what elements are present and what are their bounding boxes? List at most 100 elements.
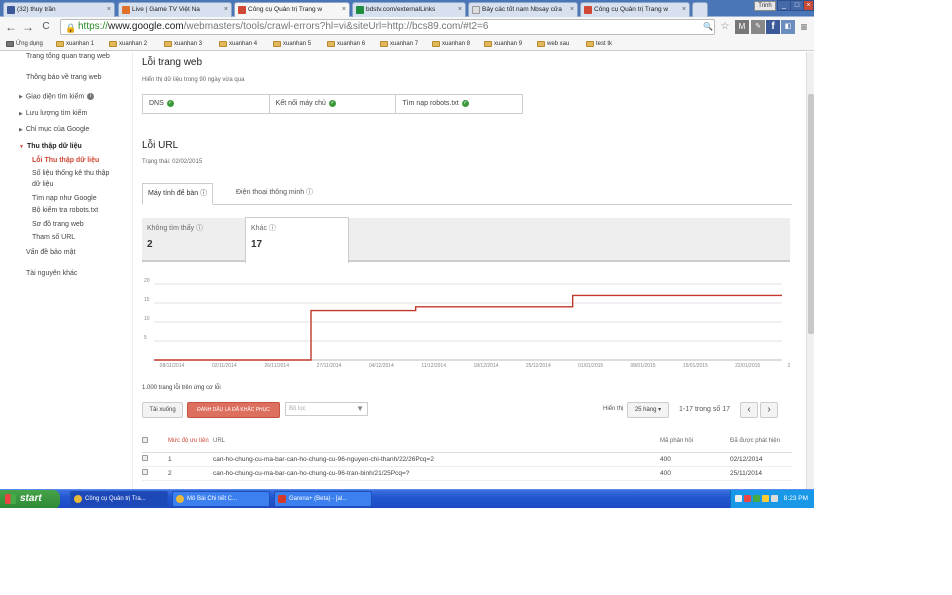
close-icon[interactable]: × bbox=[458, 3, 462, 16]
bookmark-folder[interactable]: test tk bbox=[586, 39, 612, 49]
bookmark-folder[interactable]: xuanhan 8 bbox=[432, 39, 470, 49]
bookmark-folder[interactable]: xuanhan 3 bbox=[164, 39, 202, 49]
tab-label: (32) thuy trần bbox=[17, 6, 56, 13]
bookmark-folder[interactable]: xuanhan 6 bbox=[327, 39, 365, 49]
sidebar-item-messages[interactable]: Thông báo về trang web bbox=[26, 74, 102, 81]
browser-tab[interactable]: Live | Game TV Việt Na × bbox=[118, 2, 232, 17]
bookmark-folder[interactable]: web xau bbox=[537, 39, 569, 49]
close-icon[interactable]: × bbox=[682, 3, 686, 16]
select-all-header[interactable] bbox=[142, 430, 168, 453]
extension-icon[interactable]: ✎ bbox=[751, 20, 765, 34]
sidebar-item-search-traffic[interactable]: ▶ Lưu lượng tìm kiếm bbox=[19, 110, 87, 117]
dns-status[interactable]: DNS ✓ bbox=[143, 95, 270, 113]
search-icon[interactable]: 🔍 bbox=[701, 20, 715, 34]
row-checkbox[interactable] bbox=[142, 455, 148, 461]
start-button[interactable]: start bbox=[0, 490, 60, 508]
tray-app-icon[interactable] bbox=[762, 495, 769, 502]
bookmark-apps[interactable]: Ứng dụng bbox=[6, 39, 43, 49]
folder-icon bbox=[219, 41, 227, 47]
tray-app-icon[interactable] bbox=[744, 495, 751, 502]
chart-x-tick-label: 08/11/2014 bbox=[160, 363, 185, 369]
server-connection-status[interactable]: Kết nối máy chủ ✓ bbox=[270, 95, 397, 113]
sidebar-item-google-index[interactable]: ▶ Chỉ mục của Google bbox=[19, 126, 89, 133]
maximize-button[interactable]: □ bbox=[790, 0, 804, 11]
webmaster-icon bbox=[238, 6, 246, 14]
card-other[interactable]: Khác ⓘ 17 bbox=[245, 217, 349, 263]
browser-tab[interactable]: Bảy các tốt nam Nbsay cửa × bbox=[468, 2, 578, 17]
mark-fixed-button[interactable]: ĐÁNH DẤU LÀ ĐÃ KHẮC PHỤC bbox=[187, 402, 280, 418]
bookmark-folder[interactable]: xuanhan 9 bbox=[484, 39, 522, 49]
taskbar-item-garena[interactable]: Garena+ (Beta) - [al... bbox=[274, 491, 372, 507]
sidebar-item-robots-tester[interactable]: Bộ kiểm tra robots.txt bbox=[32, 207, 98, 214]
sidebar-item-crawl[interactable]: ▼ Thu thập dữ liệu bbox=[19, 143, 82, 150]
chart-x-tick-label: 11/12/2014 bbox=[421, 363, 446, 369]
sidebar-item-security-issues[interactable]: Vấn đề bảo mật bbox=[26, 249, 75, 256]
bookmark-folder[interactable]: xuanhan 2 bbox=[109, 39, 147, 49]
priority-header[interactable]: Mức độ ưu tiên bbox=[168, 430, 213, 453]
sidebar-item-url-parameters[interactable]: Tham số URL bbox=[32, 234, 75, 241]
extension-icon[interactable]: ◧ bbox=[781, 20, 795, 34]
tab-smartphone[interactable]: Điện thoại thông minh ⓘ bbox=[231, 183, 318, 205]
mail-extension-icon[interactable]: M bbox=[735, 20, 749, 34]
download-button[interactable]: Tải xuống bbox=[142, 402, 183, 418]
card-not-found[interactable]: Không tìm thấy ⓘ 2 bbox=[142, 218, 245, 262]
detected-header[interactable]: Đã được phát hiện bbox=[730, 430, 792, 453]
row-checkbox[interactable] bbox=[142, 469, 148, 475]
sidebar-item-sitemaps[interactable]: Sơ đồ trang web bbox=[32, 221, 84, 228]
row-url[interactable]: can-ho-chung-cu-ma-bar-can-ho-chung-cu-9… bbox=[213, 452, 660, 467]
row-select[interactable] bbox=[142, 466, 168, 481]
browser-tab[interactable]: Công cụ Quản trị Trang w × bbox=[580, 2, 690, 17]
back-button[interactable]: ← bbox=[3, 19, 19, 35]
table-row[interactable]: 1 can-ho-chung-cu-ma-bar-can-ho-chung-cu… bbox=[142, 452, 792, 467]
bookmark-folder[interactable]: xuanhan 4 bbox=[219, 39, 257, 49]
scrollbar-thumb[interactable] bbox=[808, 94, 814, 334]
close-icon[interactable]: × bbox=[342, 3, 346, 16]
robots-fetch-status[interactable]: Tìm nạp robots.txt ✓ bbox=[396, 95, 522, 113]
table-row[interactable]: 2 can-ho-chung-cu-ma-bar-can-ho-chung-cu… bbox=[142, 466, 792, 481]
bookmark-folder[interactable]: xuanhan 1 bbox=[56, 39, 94, 49]
user-profile-button[interactable]: Trinh bbox=[754, 1, 776, 11]
bookmark-folder[interactable]: xuanhan 5 bbox=[273, 39, 311, 49]
menu-icon[interactable]: ≡ bbox=[797, 20, 811, 34]
reload-button[interactable]: C bbox=[38, 19, 54, 35]
browser-tab-active[interactable]: Công cụ Quản trị Trang w × bbox=[234, 2, 350, 17]
folder-icon bbox=[432, 41, 440, 47]
taskbar-item-chrome[interactable]: Mô Bài Chi tiết C... bbox=[172, 491, 270, 507]
close-icon[interactable]: × bbox=[570, 3, 574, 16]
url-header[interactable]: URL bbox=[213, 430, 660, 453]
row-url[interactable]: can-ho-chung-cu-ma-bar-can-ho-chung-cu-9… bbox=[213, 466, 660, 481]
new-tab-button[interactable] bbox=[692, 2, 708, 17]
sidebar-item-fetch-as-google[interactable]: Tìm nạp như Google bbox=[32, 195, 97, 202]
sidebar-item-crawl-stats-cont[interactable]: dữ liệu bbox=[32, 181, 53, 188]
response-code-header[interactable]: Mã phản hồi bbox=[660, 430, 730, 453]
bookmark-folder[interactable]: xuanhan 7 bbox=[380, 39, 418, 49]
row-select[interactable] bbox=[142, 452, 168, 467]
facebook-extension-icon[interactable]: f bbox=[766, 20, 780, 34]
star-icon[interactable]: ☆ bbox=[718, 20, 732, 34]
browser-tab[interactable]: (32) thuy trần × bbox=[3, 2, 115, 17]
filter-input[interactable]: Bộ lọc ▼ bbox=[285, 402, 368, 416]
browser-tab[interactable]: bdstv.com/externalLinks × bbox=[352, 2, 466, 17]
page-scrollbar[interactable] bbox=[806, 52, 814, 489]
rows-per-page-select[interactable]: 25 hàng ▾ bbox=[627, 402, 669, 418]
select-all-checkbox[interactable] bbox=[142, 436, 148, 443]
sidebar-item-crawl-errors[interactable]: Lỗi Thu thập dữ liệu bbox=[32, 157, 99, 164]
tray-app-icon[interactable] bbox=[753, 495, 760, 502]
sidebar-item-other-resources[interactable]: Tài nguyên khác bbox=[26, 270, 77, 277]
address-bar[interactable]: 🔒 https://www.google.com/webmasters/tools… bbox=[60, 19, 715, 35]
tab-desktop[interactable]: Máy tính để bàn ⓘ bbox=[142, 183, 214, 205]
sidebar-item-dashboard[interactable]: Trang tổng quan trang web bbox=[26, 53, 110, 60]
close-icon[interactable]: × bbox=[107, 3, 111, 16]
minimize-button[interactable]: _ bbox=[777, 0, 791, 11]
volume-icon[interactable] bbox=[771, 495, 778, 502]
window-close-button[interactable]: × bbox=[803, 0, 814, 11]
network-icon[interactable] bbox=[735, 495, 742, 502]
folder-icon bbox=[537, 41, 545, 47]
taskbar-item-chrome[interactable]: Công cụ Quản trị Tra... bbox=[70, 491, 168, 507]
sidebar-item-crawl-stats[interactable]: Số liệu thống kê thu thập bbox=[32, 170, 109, 177]
close-icon[interactable]: × bbox=[224, 3, 228, 16]
sidebar-item-search-appearance[interactable]: ▶ Giao diện tìm kiếm i bbox=[19, 93, 95, 100]
next-page-button[interactable]: › bbox=[760, 402, 778, 418]
prev-page-button[interactable]: ‹ bbox=[740, 402, 758, 418]
forward-button[interactable]: → bbox=[20, 19, 36, 35]
